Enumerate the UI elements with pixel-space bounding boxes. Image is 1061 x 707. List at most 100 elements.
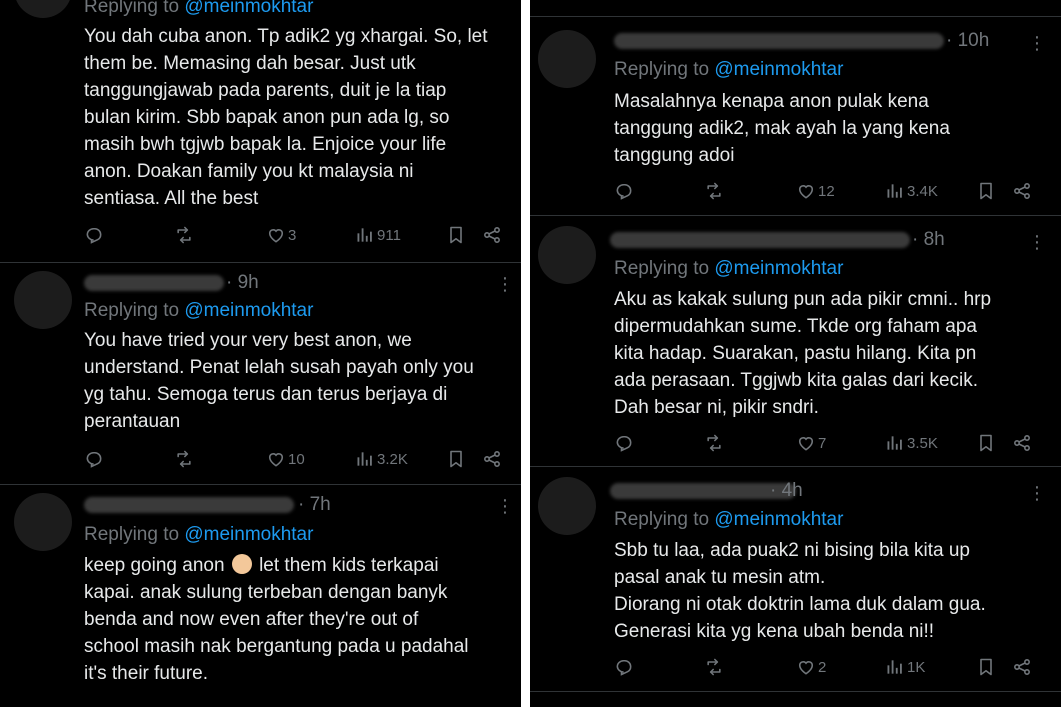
heart-icon xyxy=(266,225,286,245)
share-button[interactable] xyxy=(482,447,502,471)
heart-icon xyxy=(266,449,286,469)
share-icon xyxy=(482,449,502,469)
tweet-timestamp[interactable]: · 8h xyxy=(912,229,945,251)
tweet-timestamp[interactable]: · 9h xyxy=(226,272,259,294)
view-count: 3.2K xyxy=(377,450,408,468)
retweet-button[interactable] xyxy=(704,431,724,455)
reply-tweet[interactable]: · 10h ⋮ Replying to @meinmokhtar Masalah… xyxy=(530,17,1061,215)
tweet-actions: 2 1K xyxy=(614,655,1044,679)
divider xyxy=(530,691,1061,692)
redacted-username xyxy=(84,275,224,291)
views-button[interactable]: 1K xyxy=(885,655,925,679)
tweet-timestamp[interactable]: · 7h xyxy=(298,494,331,516)
replying-to: Replying to @meinmokhtar xyxy=(614,59,844,80)
heart-icon xyxy=(796,433,816,453)
tweet-timestamp[interactable]: · 10h xyxy=(946,30,989,52)
bookmark-button[interactable] xyxy=(976,655,996,679)
mention-link[interactable]: @meinmokhtar xyxy=(714,59,843,80)
views-icon xyxy=(885,433,905,453)
avatar[interactable] xyxy=(14,271,72,329)
mention-link[interactable]: @meinmokhtar xyxy=(714,509,843,530)
reply-icon xyxy=(614,181,634,201)
heart-button[interactable]: 7 xyxy=(796,431,826,455)
mention-link[interactable]: @meinmokhtar xyxy=(184,0,313,17)
heart-button[interactable]: 2 xyxy=(796,655,826,679)
replying-to: Replying to @meinmokhtar xyxy=(84,300,314,321)
retweet-button[interactable] xyxy=(174,223,194,247)
tweet-timestamp[interactable]: · 4h xyxy=(770,480,803,502)
more-icon[interactable]: ⋮ xyxy=(1028,233,1046,251)
reply-tweet[interactable]: · 4h ⋮ Replying to @meinmokhtar Sbb tu l… xyxy=(530,467,1061,691)
replying-to: Replying to @meinmokhtar xyxy=(614,509,844,530)
mention-link[interactable]: @meinmokhtar xyxy=(184,300,313,321)
reply-icon xyxy=(614,433,634,453)
bookmark-icon xyxy=(446,225,466,245)
more-icon[interactable]: ⋮ xyxy=(1028,34,1046,52)
views-button[interactable]: 3.2K xyxy=(355,447,408,471)
tweet-actions: 12 3.4K xyxy=(614,179,1044,203)
retweet-button[interactable] xyxy=(174,447,194,471)
views-icon xyxy=(355,225,375,245)
share-button[interactable] xyxy=(1012,179,1032,203)
view-count: 3.5K xyxy=(907,434,938,452)
avatar[interactable] xyxy=(14,493,72,551)
avatar[interactable] xyxy=(538,477,596,535)
like-count: 12 xyxy=(818,182,835,200)
bookmark-button[interactable] xyxy=(976,179,996,203)
heart-button[interactable]: 3 xyxy=(266,223,296,247)
tweet-actions: 10 3.2K xyxy=(84,447,504,471)
reply-icon xyxy=(614,657,634,677)
reply-button[interactable] xyxy=(84,447,104,471)
heart-button[interactable]: 12 xyxy=(796,179,835,203)
bookmark-button[interactable] xyxy=(446,223,466,247)
reply-button[interactable] xyxy=(614,655,634,679)
more-icon[interactable]: ⋮ xyxy=(496,497,514,515)
column-gap xyxy=(521,0,530,707)
left-reply-column: Replying to @meinmokhtar You dah cuba an… xyxy=(0,0,521,707)
more-icon[interactable]: ⋮ xyxy=(496,275,514,293)
bookmark-icon xyxy=(976,433,996,453)
avatar[interactable] xyxy=(538,30,596,88)
redacted-username xyxy=(84,497,294,513)
reply-tweet[interactable]: Replying to @meinmokhtar You dah cuba an… xyxy=(0,0,521,262)
retweet-button[interactable] xyxy=(704,655,724,679)
avatar[interactable] xyxy=(14,0,72,18)
views-icon xyxy=(885,657,905,677)
avatar[interactable] xyxy=(538,226,596,284)
bookmark-button[interactable] xyxy=(446,447,466,471)
share-button[interactable] xyxy=(1012,655,1032,679)
tweet-text: You dah cuba anon. Tp adik2 yg xhargai. … xyxy=(84,26,488,209)
share-icon xyxy=(1012,657,1032,677)
share-button[interactable] xyxy=(482,223,502,247)
replying-to: Replying to @meinmokhtar xyxy=(84,524,314,545)
bookmark-button[interactable] xyxy=(976,431,996,455)
share-button[interactable] xyxy=(1012,431,1032,455)
replying-to: Replying to @meinmokhtar xyxy=(614,258,844,279)
mention-link[interactable]: @meinmokhtar xyxy=(184,524,313,545)
tweet-text: Masalahnya kenapa anon pulak kena tanggu… xyxy=(614,91,950,166)
tweet-actions: 7 3.5K xyxy=(614,431,1044,455)
heart-button[interactable]: 10 xyxy=(266,447,305,471)
right-reply-column: · 10h ⋮ Replying to @meinmokhtar Masalah… xyxy=(530,0,1061,707)
reply-tweet[interactable]: · 9h ⋮ Replying to @meinmokhtar You have… xyxy=(0,263,521,483)
views-button[interactable]: 3.5K xyxy=(885,431,938,455)
share-icon xyxy=(1012,433,1032,453)
reply-button[interactable] xyxy=(614,179,634,203)
retweet-icon xyxy=(704,657,724,677)
reply-button[interactable] xyxy=(614,431,634,455)
reply-button[interactable] xyxy=(84,223,104,247)
views-button[interactable]: 911 xyxy=(355,223,401,247)
like-count: 2 xyxy=(818,658,827,676)
bookmark-icon xyxy=(976,181,996,201)
tweet-text: keep going anon let them kids terkapai k… xyxy=(84,554,469,684)
retweet-button[interactable] xyxy=(704,179,724,203)
views-icon xyxy=(355,449,375,469)
tweet-text: Sbb tu laa, ada puak2 ni bising bila kit… xyxy=(614,540,986,642)
more-icon[interactable]: ⋮ xyxy=(1028,484,1046,502)
like-count: 7 xyxy=(818,434,827,452)
reply-tweet[interactable]: · 8h ⋮ Replying to @meinmokhtar Aku as k… xyxy=(530,216,1061,465)
views-button[interactable]: 3.4K xyxy=(885,179,938,203)
reply-icon xyxy=(84,225,104,245)
mention-link[interactable]: @meinmokhtar xyxy=(714,258,843,279)
reply-tweet[interactable]: · 7h ⋮ Replying to @meinmokhtar keep goi… xyxy=(0,485,521,707)
